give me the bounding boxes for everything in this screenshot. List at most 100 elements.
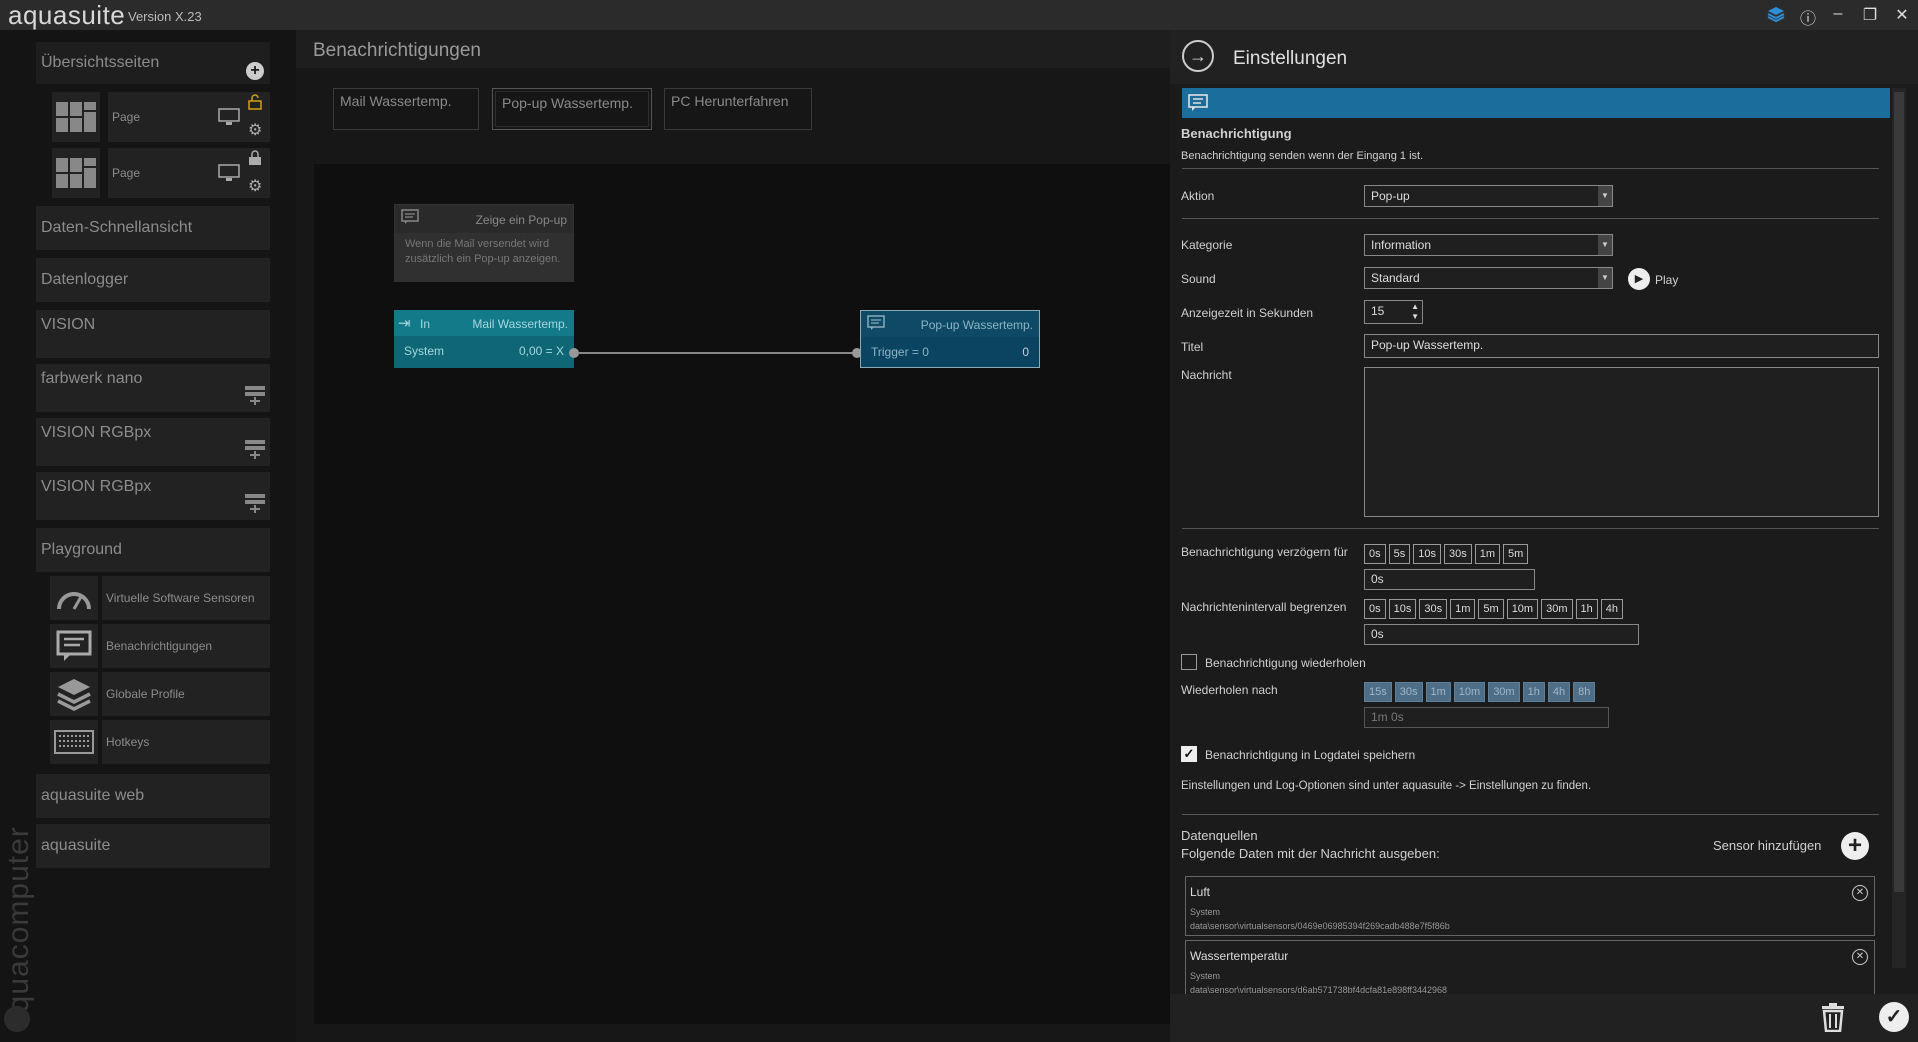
comment-title: Zeige ein Pop-up (475, 213, 567, 227)
node-canvas[interactable]: Zeige ein Pop-up Wenn die Mail versendet… (314, 164, 1170, 1024)
sidebar-playground-item[interactable]: Virtuelle Software Sensoren (102, 576, 270, 620)
sidebar-item-aquasuite[interactable]: aquasuite (36, 824, 270, 868)
sidebar-page-1[interactable]: Page (108, 92, 270, 142)
play-label[interactable]: Play (1655, 273, 1678, 287)
sidebar-playground-item[interactable]: Benachrichtigungen (102, 624, 270, 668)
sidebar-page-2[interactable]: Page (108, 148, 270, 198)
scrollbar-thumb[interactable] (1894, 92, 1904, 892)
lock-icon[interactable] (248, 150, 262, 171)
sidebar-item-rgbpx-2[interactable]: VISION RGBpx (36, 472, 270, 520)
anzeige-stepper[interactable]: 15 ▲ ▼ (1364, 300, 1423, 324)
minimize-icon[interactable]: – (1828, 5, 1848, 23)
tab-mail[interactable]: Mail Wassertemp. (333, 88, 479, 130)
title-bar: aquasuite Version X.23 ⓘ – ❐ ✕ (0, 0, 1918, 30)
aktion-label: Aktion (1181, 189, 1215, 203)
delay-chip[interactable]: 10s (1413, 544, 1441, 564)
output-port[interactable] (569, 348, 579, 358)
sidebar-overview[interactable]: Übersichtsseiten (36, 42, 270, 84)
tab-shutdown[interactable]: PC Herunterfahren (664, 88, 812, 130)
sidebar-item-farbwerk[interactable]: farbwerk nano (36, 364, 270, 412)
aktion-select[interactable]: Pop-up ▼ (1364, 185, 1613, 207)
layers-icon[interactable] (50, 672, 98, 716)
interval-chip[interactable]: 10s (1388, 599, 1417, 619)
lock-open-icon[interactable] (248, 94, 262, 115)
data-source-card[interactable]: Wassertemperatur System data\sensor\virt… (1185, 940, 1875, 994)
add-sensor-icon[interactable]: + (1841, 832, 1869, 860)
sidebar-item-label: Hotkeys (106, 735, 150, 749)
sidebar-item-datenlogger[interactable]: Datenlogger (36, 258, 270, 302)
sound-select[interactable]: Standard ▼ (1364, 267, 1613, 289)
page-thumb-icon[interactable] (52, 148, 100, 198)
input-node-name: Mail Wassertemp. (472, 317, 568, 331)
delay-chip[interactable]: 5s (1388, 544, 1411, 564)
sidebar-item-daten[interactable]: Daten-Schnellansicht (36, 206, 270, 250)
gear-icon[interactable]: ⚙ (248, 120, 262, 140)
sidebar-item-label: Globale Profile (106, 687, 185, 701)
wiederholen-checkbox[interactable] (1181, 654, 1197, 670)
sidebar-item-rgbpx-1[interactable]: VISION RGBpx (36, 418, 270, 466)
device-icon (244, 438, 266, 465)
interval-chip[interactable]: 0s (1364, 599, 1386, 619)
intervall-value: 0s (1371, 627, 1384, 641)
verzoegern-chips: 0s 5s 10s 30s 1m 5m (1364, 544, 1531, 564)
arrow-right-icon[interactable]: → (1182, 40, 1214, 72)
remove-icon[interactable]: ✕ (1852, 949, 1868, 965)
interval-chip[interactable]: 1h (1575, 599, 1598, 619)
comment-node[interactable]: Zeige ein Pop-up Wenn die Mail versendet… (394, 204, 574, 282)
tab-popup[interactable]: Pop-up Wassertemp. (492, 88, 652, 130)
gauge-icon[interactable] (50, 576, 98, 620)
delay-chip[interactable]: 0s (1364, 544, 1386, 564)
message-icon[interactable] (50, 624, 98, 668)
gear-icon[interactable]: ⚙ (248, 176, 262, 196)
wiederholen-label[interactable]: Benachrichtigung wiederholen (1205, 656, 1366, 670)
sidebar-item-label: Virtuelle Software Sensoren (106, 591, 255, 605)
confirm-icon[interactable]: ✓ (1879, 1002, 1909, 1032)
verzoegern-input[interactable]: 0s (1364, 569, 1535, 590)
kategorie-select[interactable]: Information ▼ (1364, 234, 1613, 256)
sidebar-item-playground[interactable]: Playground (36, 528, 270, 572)
remove-icon[interactable]: ✕ (1852, 885, 1868, 901)
delay-chip[interactable]: 5m (1503, 544, 1529, 564)
info-icon[interactable]: ⓘ (1798, 5, 1818, 29)
play-icon[interactable]: ▶ (1628, 268, 1650, 290)
data-source-card[interactable]: Luft System data\sensor\virtualsensors/0… (1185, 876, 1875, 936)
anzeige-label: Anzeigezeit in Sekunden (1181, 306, 1314, 320)
datenquellen-desc: Folgende Daten mit der Nachricht ausgebe… (1181, 846, 1440, 861)
sidebar-playground-item[interactable]: Globale Profile (102, 672, 270, 716)
info-text: Einstellungen und Log-Optionen sind unte… (1181, 780, 1592, 792)
interval-chip[interactable]: 5m (1478, 599, 1504, 619)
input-node[interactable]: ⇥ In Mail Wassertemp. System 0,00 = X (394, 310, 574, 368)
wiederholen-chips: 15s 30s 1m 10m 30m 1h 4h 8h (1364, 682, 1598, 702)
close-icon[interactable]: ✕ (1892, 5, 1912, 25)
source-name: Wassertemperatur (1190, 949, 1289, 963)
add-page-icon[interactable]: + (246, 62, 264, 80)
repeat-chip: 10m (1453, 682, 1486, 702)
restore-icon[interactable]: ❐ (1860, 5, 1880, 25)
nachricht-textarea[interactable] (1364, 367, 1879, 517)
input-node-value: 0,00 = X (518, 344, 564, 358)
sensor-add-label[interactable]: Sensor hinzufügen (1713, 838, 1821, 853)
interval-chip[interactable]: 10m (1506, 599, 1539, 619)
page-thumb-icon[interactable] (52, 92, 100, 142)
sidebar-playground-item[interactable]: Hotkeys (102, 720, 270, 764)
sidebar-item-vision[interactable]: VISION (36, 310, 270, 358)
interval-chip[interactable]: 30s (1419, 599, 1448, 619)
interval-chip[interactable]: 1m (1450, 599, 1476, 619)
trash-icon[interactable] (1820, 1002, 1846, 1037)
delay-chip[interactable]: 1m (1474, 544, 1501, 564)
intervall-input[interactable]: 0s (1364, 624, 1639, 645)
delay-chip[interactable]: 30s (1444, 544, 1472, 564)
popup-node[interactable]: Pop-up Wassertemp. Trigger = 0 0 (860, 310, 1040, 368)
main-area: Benachrichtigungen Mail Wassertemp. Pop-… (296, 30, 1170, 1042)
interval-chip[interactable]: 30m (1541, 599, 1573, 619)
sidebar-item-web[interactable]: aquasuite web (36, 774, 270, 818)
titel-input[interactable]: Pop-up Wassertemp. (1364, 334, 1879, 358)
stepper-arrows-icon[interactable]: ▲ ▼ (1411, 302, 1419, 322)
log-label[interactable]: Benachrichtigung in Logdatei speichern (1205, 748, 1415, 762)
nachricht-label: Nachricht (1181, 368, 1232, 382)
source-group: System (1190, 971, 1221, 981)
layers-icon[interactable] (1766, 5, 1786, 28)
log-checkbox[interactable]: ✓ (1181, 746, 1197, 762)
keyboard-icon[interactable] (50, 720, 98, 764)
interval-chip[interactable]: 4h (1600, 599, 1623, 619)
